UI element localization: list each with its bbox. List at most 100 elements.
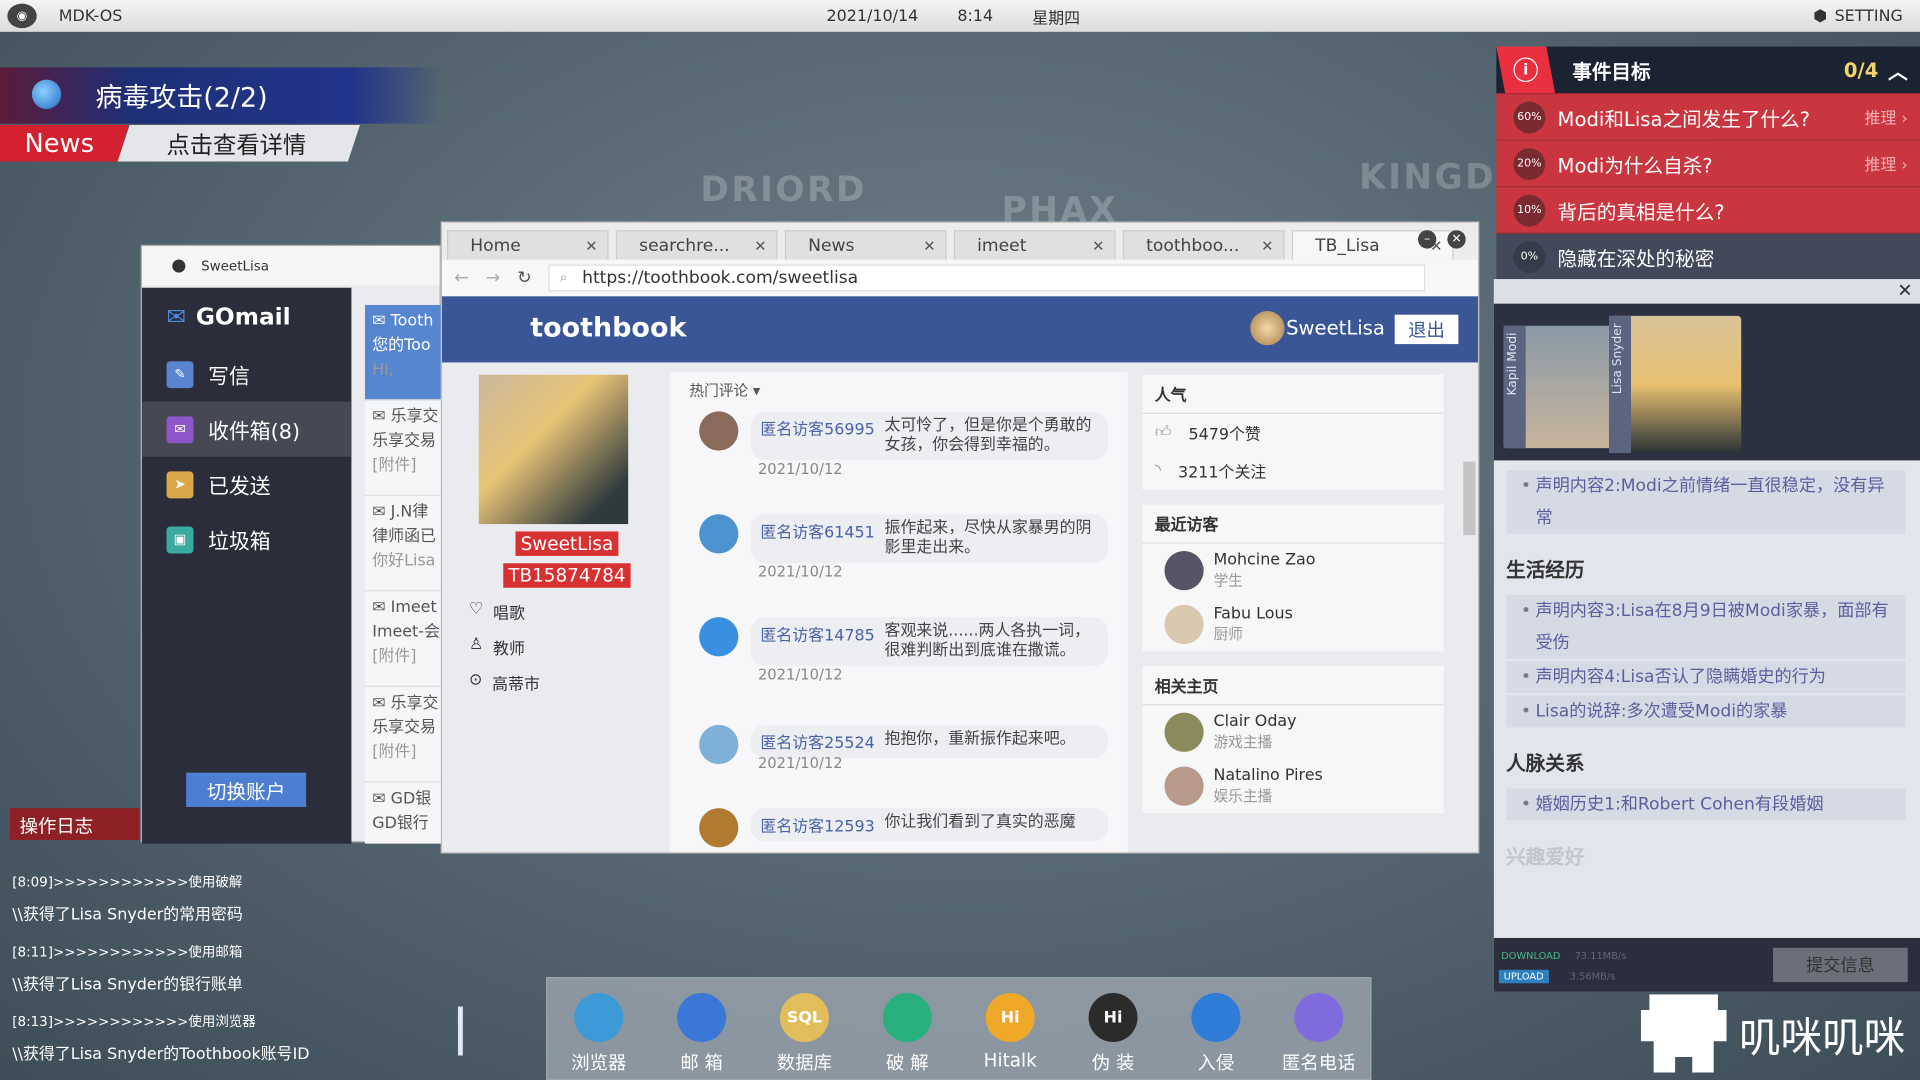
dock-app[interactable]: Hi 伪 装: [1070, 993, 1156, 1079]
comment-date: 2021/10/12: [757, 563, 843, 581]
menu-inbox[interactable]: ✉ 收件箱(8): [142, 401, 352, 457]
visitors-box: 最近访客 Mohcine Zao 学生 Fabu Lous 厨师: [1142, 504, 1444, 652]
comment-user[interactable]: 匿名访客25524: [760, 730, 874, 753]
setting-button[interactable]: ⬢ SETTING: [1813, 7, 1903, 25]
close-icon[interactable]: ✕: [754, 237, 766, 254]
person-name: Mohcine Zao: [1213, 551, 1316, 570]
site-logo[interactable]: toothbook: [530, 313, 686, 344]
chevron-up-icon[interactable]: ︿: [1888, 55, 1908, 84]
close-icon[interactable]: ✕: [585, 237, 597, 254]
browser-tab[interactable]: Home ✕: [446, 230, 609, 260]
mail-list-item[interactable]: ✉ Imeet Imeet-会 [附件]: [364, 591, 443, 687]
character-card[interactable]: Lisa Snyder: [1608, 315, 1742, 454]
objective-item[interactable]: 10% 背后的真相是什么?: [1496, 186, 1920, 233]
menu-sent[interactable]: ➤ 已发送: [142, 457, 351, 512]
site-user[interactable]: SweetLisa: [1286, 316, 1385, 339]
close-icon[interactable]: ✕: [923, 237, 935, 254]
scrollbar[interactable]: [1463, 461, 1476, 536]
comment-user[interactable]: 匿名访客12593: [760, 813, 874, 836]
dock-app[interactable]: 匿名电话: [1276, 993, 1362, 1079]
objective-item[interactable]: 20% Modi为什么自杀? 推理 ›: [1496, 139, 1920, 187]
envelope-icon: ✉: [372, 503, 391, 522]
avatar[interactable]: [699, 808, 739, 848]
switch-account-button[interactable]: 切换账户: [186, 772, 307, 807]
dock-app[interactable]: 浏览器: [556, 993, 642, 1079]
minimize-icon[interactable]: –: [1417, 230, 1437, 249]
mail-subject: 您的Too: [372, 336, 431, 356]
person-item[interactable]: Natalino Pires 娱乐主播: [1142, 759, 1443, 813]
log-result: \\获得了Lisa Snyder的常用密码: [12, 906, 243, 925]
person-role: 厨师: [1213, 625, 1243, 643]
scrollbar[interactable]: [457, 1006, 463, 1056]
browser-tab[interactable]: searchre... ✕: [615, 230, 778, 260]
mail-subject: Imeet-会: [372, 623, 440, 642]
menu-trash[interactable]: ▣ 垃圾箱: [142, 512, 351, 567]
avatar[interactable]: [1250, 311, 1285, 346]
objectives-progress: 0/4: [1843, 58, 1879, 82]
logout-button[interactable]: 退出: [1394, 314, 1459, 345]
reason-button[interactable]: 推理 ›: [1864, 105, 1907, 128]
os-name: MDK-OS: [58, 6, 123, 26]
avatar[interactable]: [699, 411, 739, 451]
avatar[interactable]: [699, 514, 739, 554]
comment-bubble: 匿名访客14785 客观来说......两人各执一词，很难判断出到底谁在撒谎。: [750, 617, 1109, 667]
mail-list-item[interactable]: ✉ J.N律 律师函已 你好Lisa: [364, 495, 443, 592]
close-icon[interactable]: ✕: [1261, 237, 1273, 254]
envelope-icon: ✉: [372, 694, 391, 713]
objective-item[interactable]: 0% 隐藏在深处的秘密: [1496, 232, 1920, 280]
profile-panel: ✕ Kapil Modi Lisa Snyder 声明内容2:Modi之前情绪一…: [1493, 279, 1920, 992]
close-icon[interactable]: ✕: [1447, 230, 1466, 249]
dock-app[interactable]: SQL 数据库: [762, 993, 848, 1079]
dock-app[interactable]: 入侵: [1173, 993, 1259, 1079]
news-banner[interactable]: 病毒攻击(2/2): [0, 67, 441, 124]
person-item[interactable]: Clair Oday 游戏主播: [1142, 705, 1443, 759]
upload-label: UPLOAD: [1498, 969, 1549, 984]
news-detail-link[interactable]: 点击查看详情: [117, 124, 361, 162]
profile-details: 声明内容2:Modi之前情绪一直很稳定，没有异常 生活经历 声明内容3:Lisa…: [1494, 460, 1920, 938]
avatar[interactable]: [699, 617, 739, 657]
comment-user[interactable]: 匿名访客14785: [760, 622, 874, 661]
person-item[interactable]: Mohcine Zao 学生: [1142, 544, 1443, 598]
user-icon: ●: [171, 255, 187, 276]
back-icon[interactable]: ←: [454, 268, 468, 288]
mail-user: SweetLisa: [201, 257, 270, 274]
dock-app[interactable]: 破 解: [864, 993, 950, 1079]
objective-item[interactable]: 60% Modi和Lisa之间发生了什么? 推理 ›: [1496, 93, 1920, 140]
close-icon[interactable]: ✕: [1493, 279, 1920, 304]
hot-comments-dropdown[interactable]: 热门评论 ▾: [670, 372, 1128, 408]
browser-tab[interactable]: imeet ✕: [953, 230, 1116, 260]
url-input[interactable]: ⌕ https://toothbook.com/sweetlisa: [548, 264, 1426, 292]
forward-icon[interactable]: →: [486, 268, 500, 288]
avatar[interactable]: [699, 724, 739, 765]
reason-button[interactable]: 推理 ›: [1864, 152, 1907, 175]
mail-icon: [677, 993, 727, 1043]
person-item[interactable]: Fabu Lous 厨师: [1142, 598, 1443, 652]
dock-app[interactable]: Hi Hitalk: [967, 993, 1053, 1079]
comment-user[interactable]: 匿名访客61451: [760, 519, 874, 558]
dock-label: 破 解: [886, 1051, 929, 1074]
mail-list-item[interactable]: ✉ 乐享交 乐享交易 [附件]: [364, 686, 443, 783]
character-card[interactable]: Kapil Modi: [1503, 325, 1619, 449]
close-icon[interactable]: ✕: [1092, 237, 1104, 254]
mail-from: ✉ 乐享交: [372, 407, 439, 427]
hook-icon: [1191, 993, 1241, 1043]
dock: 浏览器 邮 箱 SQL 数据库 破 解 Hi Hitalk Hi 伪 装 入侵 匿名电话: [546, 977, 1372, 1080]
top-bar: ◉ MDK-OS 2021/10/14 8:14 星期四 ⬢ SETTING: [0, 0, 1920, 32]
mail-from: ✉ J.N律: [372, 503, 429, 522]
hitalk-icon: Hi: [985, 993, 1035, 1043]
mail-list-item[interactable]: ✉ 乐享交 乐享交易 [附件]: [364, 400, 443, 496]
dock-app[interactable]: 邮 箱: [659, 993, 745, 1079]
browser-tab[interactable]: toothboo... ✕: [1122, 230, 1285, 260]
browser-tab[interactable]: News ✕: [784, 230, 947, 260]
mail-list-item[interactable]: ✉ Tooth 您的Too Hi,: [364, 304, 443, 401]
avatar: [1164, 766, 1204, 806]
tab-label: TB_Lisa: [1315, 235, 1380, 256]
submit-info-button[interactable]: 提交信息: [1773, 947, 1908, 983]
menu-compose[interactable]: ✎ 写信: [142, 347, 351, 402]
comment-date: 2021/10/12: [757, 666, 843, 684]
comment-user[interactable]: 匿名访客56995: [760, 416, 874, 455]
search-icon: ⌕: [559, 269, 568, 286]
clue-item: 婚姻历史1:和Robert Cohen有段婚姻: [1506, 788, 1906, 821]
comment-bubble: 匿名访客56995 太可怜了，但是你是个勇敢的女孩，你会得到幸福的。: [750, 411, 1109, 461]
reload-icon[interactable]: ↻: [517, 268, 531, 288]
